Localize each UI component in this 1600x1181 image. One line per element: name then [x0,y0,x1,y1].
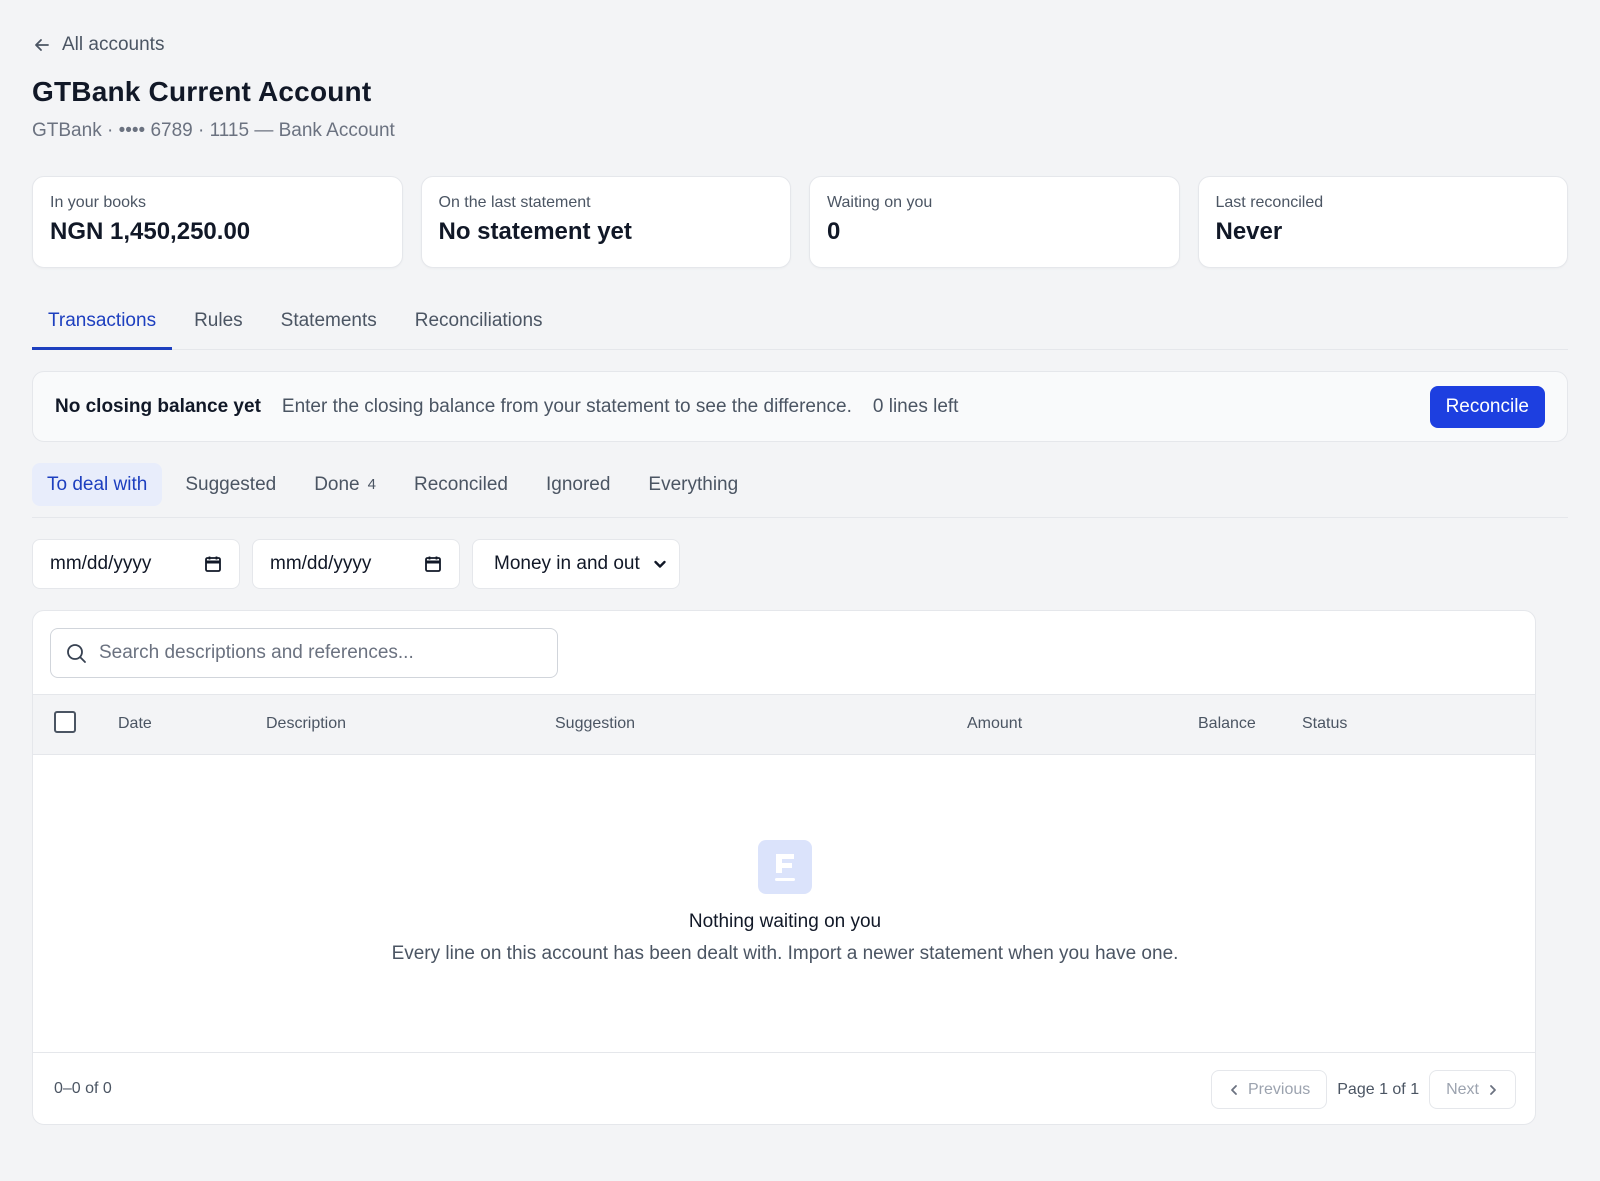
stat-card-last-reconciled: Last reconciled Never [1197,176,1568,268]
filters: mm/dd/yyyy mm/dd/yyyy Money in and out [32,539,680,589]
subtab-label: Everything [648,473,739,495]
empty-state: Nothing waiting on you Every line on thi… [33,755,1535,1052]
reconcile-button[interactable]: Reconcile [1429,385,1545,428]
page-subtitle: GTBank · •••• 6789 · 1115 — Bank Account [32,120,395,141]
tab-rules[interactable]: Rules [178,296,259,350]
main-tabs: Transactions Rules Statements Reconcilia… [32,296,1568,350]
subtab-label: Done [314,473,360,495]
column-header-description[interactable]: Description [266,715,346,733]
transactions-panel: Date Description Suggestion Amount Balan… [32,610,1536,1125]
subtab-ignored[interactable]: Ignored [531,463,625,506]
stat-value: NGN 1,450,250.00 [50,218,251,245]
subtab-label: Ignored [545,473,611,495]
status-filter-tabs: To deal with Suggested Done 4 Reconciled… [32,463,1568,518]
stat-label: On the last statement [438,194,591,211]
app-logo-icon [758,840,812,894]
back-link-label[interactable]: All accounts [62,34,164,56]
search-box[interactable] [50,628,558,678]
direction-select-value: Money in and out [494,553,640,574]
column-header-balance[interactable]: Balance [1198,715,1256,733]
page-title: GTBank Current Account [32,76,372,107]
subtab-count: 4 [367,476,376,493]
stat-value: 0 [827,218,841,245]
next-page-button[interactable]: Next [1429,1070,1516,1109]
empty-state-title: Nothing waiting on you [688,911,882,932]
pagination: Previous Page 1 of 1 Next [1211,1070,1516,1109]
stat-cards: In your books NGN 1,450,250.00 On the la… [32,176,1568,268]
arrow-left-icon [35,39,49,51]
chevron-down-icon [654,560,666,568]
date-from-value: mm/dd/yyyy [50,553,152,574]
column-header-amount[interactable]: Amount [967,715,1022,733]
date-to-input[interactable]: mm/dd/yyyy [252,539,460,589]
stat-card-statement: On the last statement No statement yet [420,176,791,268]
table-header: Date Description Suggestion Amount Balan… [33,694,1535,755]
direction-select[interactable]: Money in and out [472,539,680,589]
page-indicator: Page 1 of 1 [1337,1080,1420,1098]
stat-label: Last reconciled [1215,194,1324,211]
date-from-input[interactable]: mm/dd/yyyy [32,539,240,589]
column-header-date[interactable]: Date [118,715,152,733]
calendar-icon[interactable] [424,555,442,573]
stat-label: In your books [50,194,147,211]
search-icon [67,644,86,663]
subtab-label: Reconciled [413,473,508,495]
search-input[interactable] [99,642,539,664]
date-to-value: mm/dd/yyyy [270,553,372,574]
tab-statements[interactable]: Statements [265,296,393,350]
back-link[interactable]: All accounts [32,34,164,56]
stat-card-waiting: Waiting on you 0 [809,176,1180,268]
next-label: Next [1446,1080,1479,1098]
closing-balance-banner: No closing balance yet Enter the closing… [32,371,1568,442]
stat-value: Never [1215,218,1283,245]
column-header-status[interactable]: Status [1302,715,1347,733]
previous-page-button[interactable]: Previous [1211,1070,1328,1109]
subtab-suggested[interactable]: Suggested [170,463,291,506]
empty-state-text: Every line on this account has been deal… [391,943,1179,964]
stat-value: No statement yet [438,218,632,245]
banner-text: Enter the closing balance from your stat… [281,395,852,417]
chevron-left-icon [1231,1084,1237,1095]
tab-transactions[interactable]: Transactions [32,296,173,350]
stat-label: Waiting on you [827,194,933,211]
subtab-done[interactable]: Done 4 [299,463,391,506]
subtab-label: To deal with [47,473,148,495]
subtab-label: Suggested [185,473,277,495]
calendar-icon[interactable] [204,555,222,573]
column-header-suggestion[interactable]: Suggestion [555,715,635,733]
select-all-checkbox[interactable] [54,711,76,733]
stat-card-books: In your books NGN 1,450,250.00 [32,176,403,268]
chevron-right-icon [1490,1084,1496,1095]
tab-reconciliations[interactable]: Reconciliations [399,296,559,350]
lines-left: 0 lines left [872,395,959,417]
pagination-range: 0–0 of 0 [54,1080,112,1097]
previous-label: Previous [1248,1080,1311,1098]
table-footer: 0–0 of 0 Previous Page 1 of 1 Next [33,1052,1535,1124]
banner-title: No closing balance yet [55,395,261,417]
subtab-everything[interactable]: Everything [633,463,753,506]
subtab-reconciled[interactable]: Reconciled [399,463,523,506]
subtab-to-deal-with[interactable]: To deal with [32,463,163,506]
